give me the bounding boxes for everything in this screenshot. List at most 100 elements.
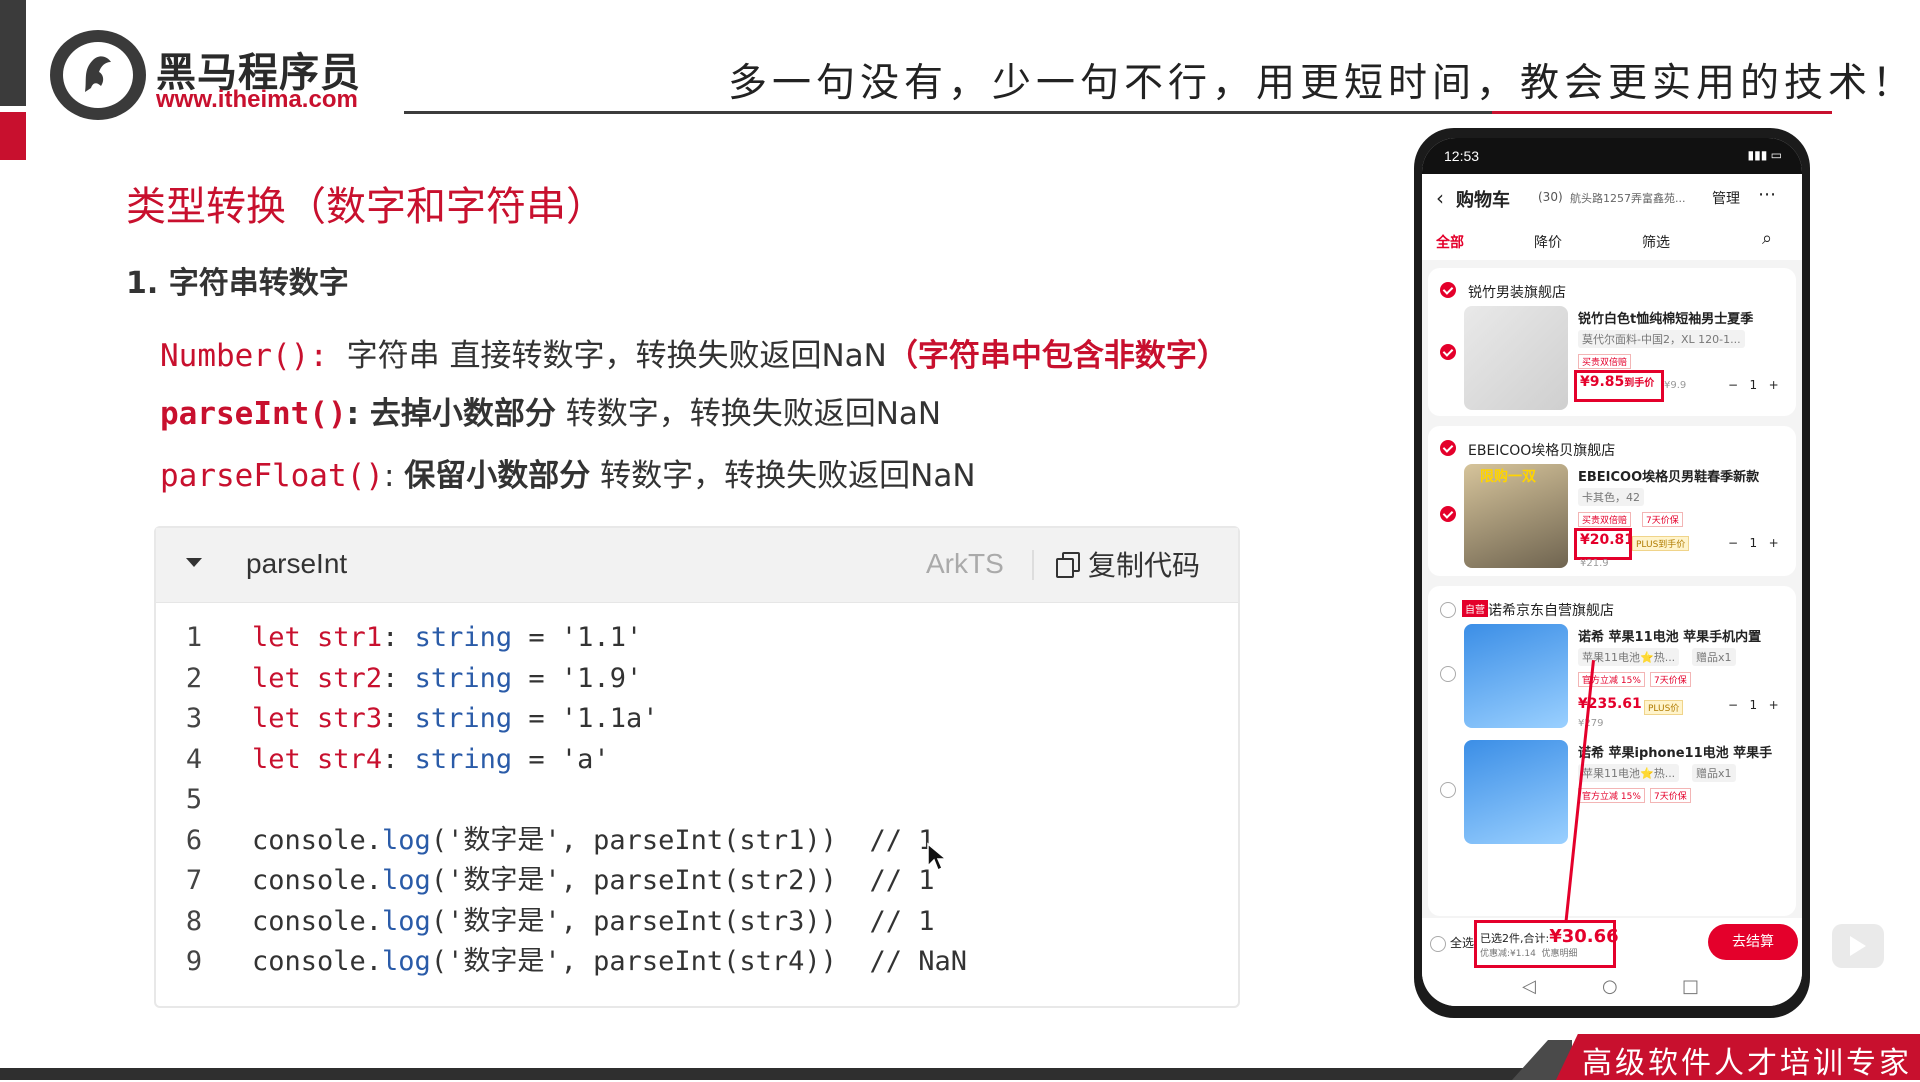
- shop-checkbox[interactable]: [1440, 282, 1456, 298]
- code-line: 1 let str1: string = '1.1': [185, 622, 643, 653]
- tab-all[interactable]: 全部: [1436, 232, 1464, 252]
- original-price: ¥9.9: [1664, 380, 1687, 391]
- horse-logo-icon: [85, 56, 111, 92]
- product-title[interactable]: 诺希 苹果11电池 苹果手机内置: [1578, 626, 1761, 645]
- product-tag: 买贵双倍赔: [1578, 512, 1632, 527]
- gift-spec[interactable]: 赠品x1: [1692, 648, 1736, 666]
- total-summary: 已选2件,合计:¥30.66: [1480, 926, 1619, 947]
- checkout-bar: 全选 已选2件,合计:¥30.66 优惠减:¥1.14 优惠明细 去结算: [1422, 918, 1802, 970]
- header-separator: [1032, 550, 1034, 580]
- select-all-label[interactable]: 全选: [1450, 934, 1474, 951]
- shop-name[interactable]: EBEICOO埃格贝旗舰店: [1468, 440, 1615, 460]
- product-title[interactable]: 诺希 苹果iphone11电池 苹果手: [1578, 742, 1772, 761]
- product-tag: 官方立减 15%: [1578, 672, 1645, 687]
- tab-filter[interactable]: 筛选: [1642, 232, 1670, 252]
- product-title[interactable]: EBEICOO埃格贝男鞋春季新款: [1578, 466, 1759, 485]
- shop-name[interactable]: 锐竹男装旗舰店: [1468, 282, 1566, 302]
- product-price: ¥20.81: [1580, 532, 1635, 548]
- code-line: 8 console.log('数字是', parseInt(str3)) // 1: [185, 905, 935, 937]
- select-all-checkbox[interactable]: [1430, 936, 1446, 952]
- code-line: 9 console.log('数字是', parseInt(str4)) // N…: [185, 946, 967, 977]
- item-checkbox[interactable]: [1440, 666, 1456, 682]
- shop-checkbox[interactable]: [1440, 440, 1456, 456]
- function-name: parseInt(): [160, 396, 347, 432]
- number-description: Number(): 字符串 直接转数字，转换失败返回NaN（字符串中包含非数字）: [160, 338, 1228, 374]
- section-title: 类型转换（数字和字符串）: [126, 184, 606, 230]
- product-image[interactable]: [1464, 306, 1568, 410]
- quantity-stepper[interactable]: − 1 +: [1728, 378, 1779, 392]
- function-name: parseFloat(): [160, 458, 384, 494]
- product-spec[interactable]: 莫代尔面料-中国2，XL 120-1...: [1578, 330, 1745, 348]
- footer-banner-text: 高级软件人才培训专家: [1582, 1046, 1912, 1081]
- description-emphasis: 去掉小数部分: [369, 396, 556, 432]
- cart-header: ‹ 购物车 (30) 航头路1257弄富鑫苑... 管理 ⋯: [1422, 174, 1802, 220]
- more-icon[interactable]: ⋯: [1758, 184, 1776, 205]
- phone-screen: 12:53 ▮▮▮ ▭ ‹ 购物车 (30) 航头路1257弄富鑫苑... 管理…: [1422, 138, 1802, 1006]
- left-edge-bar: [0, 0, 26, 106]
- copy-code-button[interactable]: 复制代码: [1056, 544, 1200, 584]
- tab-price-drop[interactable]: 降价: [1534, 232, 1562, 252]
- quantity-stepper[interactable]: − 1 +: [1728, 536, 1779, 550]
- copy-code-label: 复制代码: [1088, 549, 1201, 582]
- shop-checkbox[interactable]: [1440, 602, 1456, 618]
- description-text: 字符串 直接转数字，转换失败返回NaN: [346, 338, 887, 374]
- gift-spec[interactable]: 赠品x1: [1692, 764, 1736, 782]
- product-tag: 7天价保: [1642, 512, 1683, 527]
- limit-badge: 限购一双: [1480, 469, 1536, 485]
- delivery-address[interactable]: 航头路1257弄富鑫苑...: [1570, 190, 1685, 206]
- video-play-button[interactable]: [1832, 924, 1884, 968]
- code-block: parseInt ArkTS 复制代码 1 let str1: string = …: [154, 526, 1240, 1008]
- code-line: 6 console.log('数字是', parseInt(str1)) // 1: [185, 824, 935, 856]
- product-title[interactable]: 锐竹白色t恤纯棉短袖男士夏季: [1578, 308, 1753, 327]
- play-icon: [1850, 936, 1866, 956]
- parseint-description: parseInt(): 去掉小数部分 转数字，转换失败返回NaN: [160, 396, 942, 432]
- left-edge-accent: [0, 112, 26, 160]
- description-text: 转数字，转换失败返回NaN: [590, 458, 976, 494]
- code-block-header: parseInt ArkTS 复制代码: [156, 528, 1238, 603]
- quantity-stepper[interactable]: − 1 +: [1728, 698, 1779, 712]
- header-divider-accent: [1492, 111, 1832, 114]
- cart-tabs: 全部 降价 筛选 ⌕: [1422, 220, 1802, 260]
- self-operated-badge: 自营: [1462, 600, 1488, 617]
- brand-logo: [50, 30, 146, 120]
- search-icon[interactable]: ⌕: [1762, 228, 1772, 249]
- cart-title: 购物车: [1456, 190, 1510, 211]
- product-spec[interactable]: 苹果11电池⭐热...: [1578, 764, 1680, 782]
- item-checkbox[interactable]: [1440, 506, 1456, 522]
- manage-button[interactable]: 管理: [1712, 188, 1740, 208]
- product-spec[interactable]: 卡其色，42: [1578, 488, 1644, 506]
- cart-count: (30): [1538, 190, 1563, 204]
- copy-icon: [1056, 552, 1080, 578]
- code-line: 4 let str4: string = 'a': [185, 743, 610, 775]
- code-language: ArkTS: [926, 548, 1004, 579]
- discount-summary[interactable]: 优惠减:¥1.14 优惠明细: [1480, 946, 1578, 959]
- brand-url: www.itheima.com: [156, 86, 358, 113]
- original-price: ¥21.9: [1580, 558, 1609, 569]
- item-checkbox[interactable]: [1440, 344, 1456, 360]
- product-image[interactable]: [1464, 624, 1568, 728]
- product-image[interactable]: 限购一双: [1464, 464, 1568, 568]
- code-line: 7 console.log('数字是', parseInt(str2)) // 1: [185, 865, 935, 896]
- shop-name[interactable]: 诺希京东自营旗舰店: [1488, 600, 1614, 620]
- product-image[interactable]: [1464, 740, 1568, 844]
- collapse-caret-icon[interactable]: [186, 558, 202, 567]
- back-icon[interactable]: ‹: [1436, 186, 1444, 210]
- code-line: 5: [185, 784, 203, 815]
- description-text: 转数字，转换失败返回NaN: [555, 396, 942, 432]
- plus-price-tag: PLUS到手价: [1632, 536, 1690, 551]
- product-tag: 买贵双倍赔: [1578, 354, 1632, 369]
- nav-home-icon[interactable]: ○: [1602, 976, 1618, 997]
- mouse-cursor-icon: [927, 842, 948, 872]
- note-text: （字符串中包含非数字）: [886, 338, 1228, 374]
- battery-icon: ▮▮▮ ▭: [1747, 148, 1782, 162]
- code-lines: 1 let str1: string = '1.1' 2 let str2: str…: [156, 618, 1238, 983]
- shop-card: EBEICOO埃格贝旗舰店 限购一双 EBEICOO埃格贝男鞋春季新款 卡其色，…: [1428, 426, 1796, 576]
- shop-card: 锐竹男装旗舰店 锐竹白色t恤纯棉短袖男士夏季 莫代尔面料-中国2，XL 120-…: [1428, 268, 1796, 416]
- nav-recents-icon[interactable]: □: [1682, 976, 1699, 997]
- code-line: 3 let str3: string = '1.1a': [185, 703, 659, 734]
- parsefloat-description: parseFloat(): 保留小数部分 转数字，转换失败返回NaN: [160, 458, 976, 494]
- nav-back-icon[interactable]: ◁: [1522, 976, 1536, 997]
- checkout-button[interactable]: 去结算: [1708, 924, 1798, 960]
- item-checkbox[interactable]: [1440, 782, 1456, 798]
- original-price: ¥279: [1578, 718, 1604, 729]
